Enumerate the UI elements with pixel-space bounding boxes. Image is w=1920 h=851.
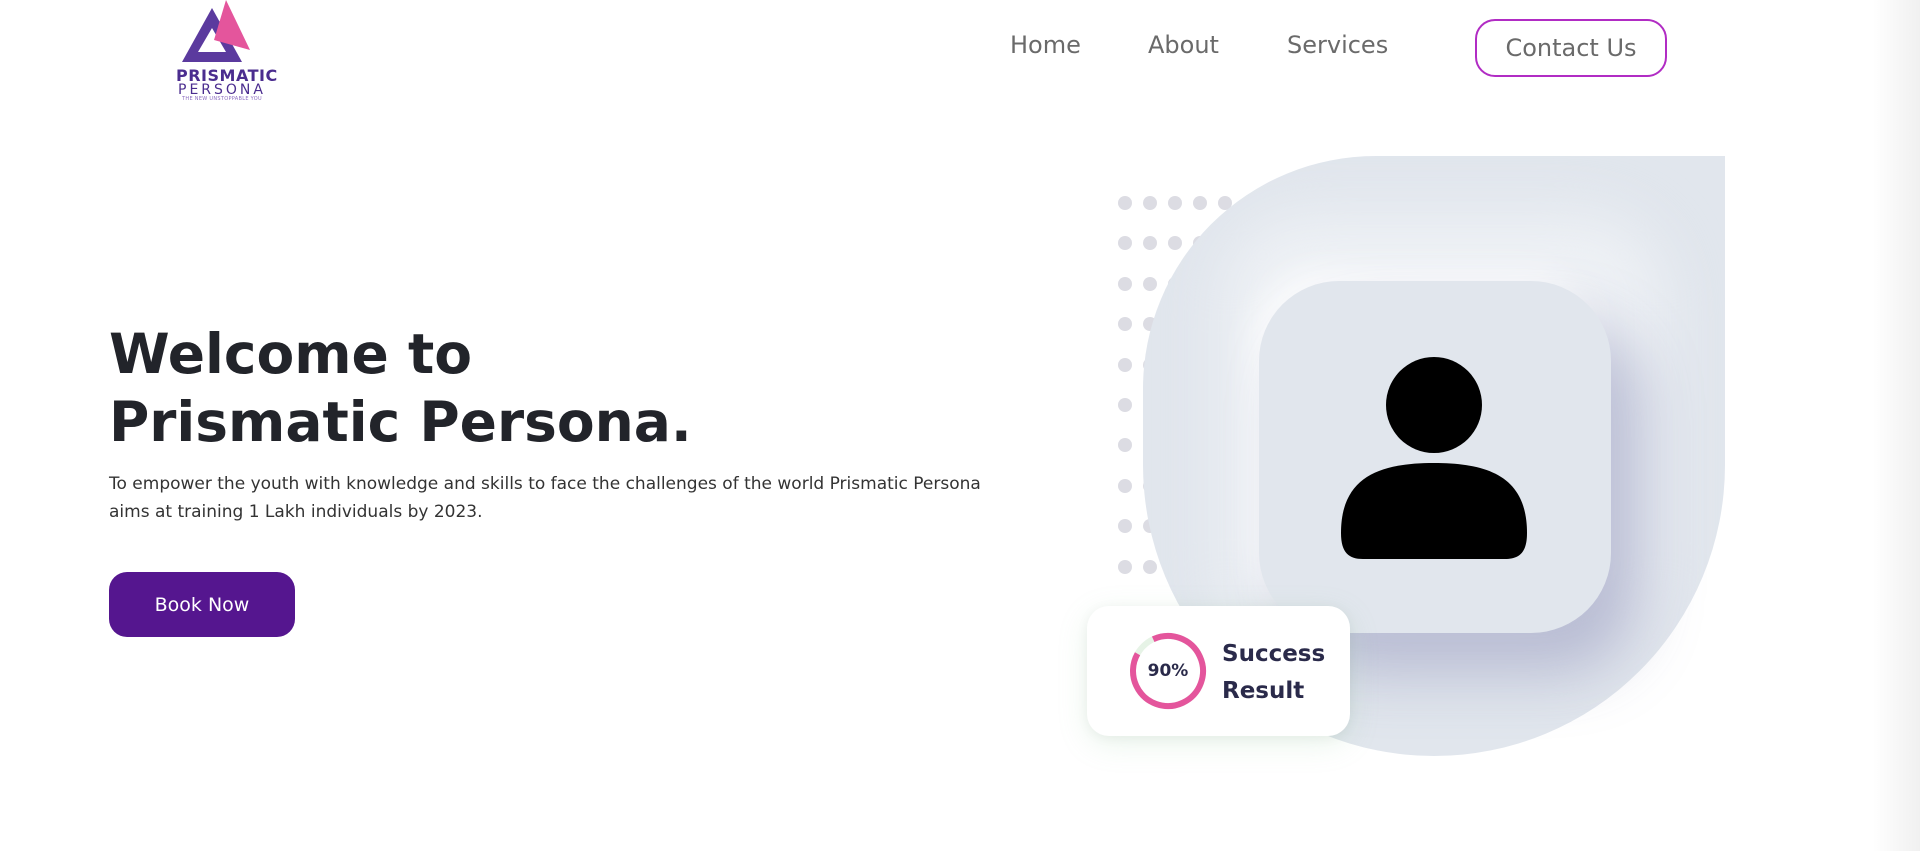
decorative-dot bbox=[1118, 398, 1132, 412]
hero-title-line2: Prismatic Persona. bbox=[109, 390, 692, 454]
decorative-dot bbox=[1118, 196, 1132, 210]
nav-home-link[interactable]: Home bbox=[1010, 31, 1081, 59]
decorative-dot bbox=[1118, 478, 1132, 493]
hero-description: To empower the youth with knowledge and … bbox=[109, 474, 981, 522]
decorative-dot bbox=[1118, 276, 1132, 291]
nav-about-link[interactable]: About bbox=[1148, 31, 1219, 59]
contact-us-button[interactable]: Contact Us bbox=[1475, 19, 1667, 77]
decorative-dot bbox=[1143, 196, 1157, 210]
hero-title: Welcome to Prismatic Persona. bbox=[109, 320, 692, 456]
decorative-dot bbox=[1118, 559, 1132, 574]
decorative-dot bbox=[1118, 519, 1132, 534]
decorative-dot bbox=[1118, 438, 1132, 453]
decorative-dot bbox=[1143, 276, 1157, 291]
decorative-dot bbox=[1118, 317, 1132, 332]
avatar-card bbox=[1259, 281, 1611, 633]
page-edge-shade bbox=[1872, 0, 1920, 851]
hero-title-line1: Welcome to bbox=[109, 322, 473, 386]
prism-logo-icon bbox=[182, 0, 250, 62]
nav-services-link[interactable]: Services bbox=[1287, 31, 1388, 59]
user-silhouette-icon bbox=[1341, 357, 1527, 559]
decorative-dot bbox=[1168, 196, 1182, 210]
success-stat-card: 90% Success Result bbox=[1087, 606, 1350, 736]
success-label-line2: Result bbox=[1222, 678, 1305, 704]
decorative-dot bbox=[1168, 236, 1182, 251]
book-now-button[interactable]: Book Now bbox=[109, 572, 295, 637]
logo-tagline: THE NEW UNSTOPPABLE YOU bbox=[182, 96, 262, 102]
decorative-dot bbox=[1118, 357, 1132, 372]
decorative-dot bbox=[1118, 236, 1132, 251]
decorative-dot bbox=[1143, 236, 1157, 251]
decorative-dot bbox=[1193, 196, 1207, 210]
brand-logo[interactable]: PRISMATIC PERSONA THE NEW UNSTOPPABLE YO… bbox=[172, 0, 277, 104]
success-percent: 90% bbox=[1147, 661, 1189, 681]
decorative-dot bbox=[1143, 559, 1157, 574]
success-label-line1: Success bbox=[1222, 641, 1326, 667]
success-label: Success Result bbox=[1222, 636, 1342, 710]
